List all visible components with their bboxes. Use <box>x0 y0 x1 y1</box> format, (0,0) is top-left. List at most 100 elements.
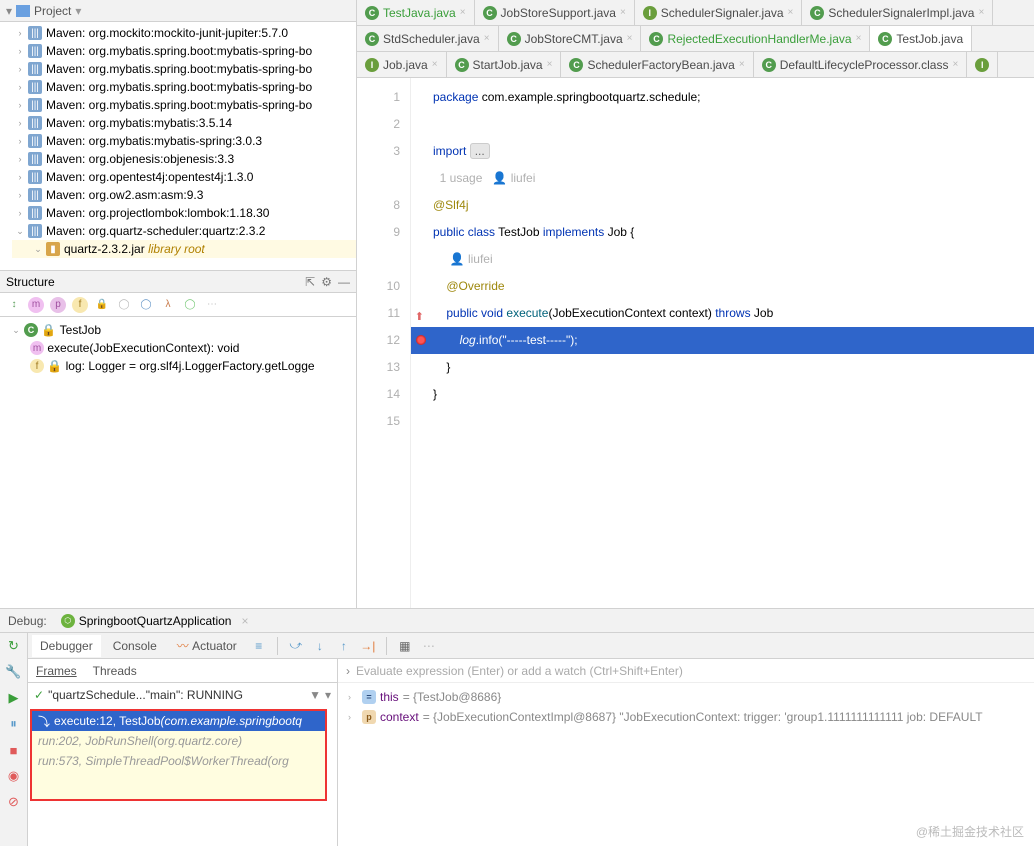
close-icon[interactable]: × <box>952 59 958 70</box>
more-icon[interactable]: ⋯ <box>204 297 220 313</box>
maven-lib[interactable]: ›|||Maven: org.objenesis:objenesis:3.3 <box>12 150 356 168</box>
jar-icon: ▮ <box>46 242 60 256</box>
thread-selector[interactable]: ✓ "quartzSchedule..."main": RUNNING ▼ ▾ <box>28 683 337 707</box>
class-node[interactable]: ⌄C 🔒 TestJob <box>8 321 356 339</box>
anon-icon[interactable]: ◯ <box>182 297 198 313</box>
filter-m-icon[interactable]: m <box>28 297 44 313</box>
fold-region[interactable]: ... <box>470 143 490 159</box>
tab-debugger[interactable]: Debugger <box>32 635 101 657</box>
maven-lib[interactable]: ⌄|||Maven: org.quartz-scheduler:quartz:2… <box>12 222 356 240</box>
tab-console[interactable]: Console <box>105 635 165 657</box>
step-over-icon[interactable]: ⤻ <box>286 636 306 656</box>
field-icon: f <box>30 359 44 373</box>
step-into-icon[interactable]: ↓ <box>310 636 330 656</box>
frames-tab[interactable]: Frames <box>36 664 77 678</box>
step-out-icon[interactable]: ↑ <box>334 636 354 656</box>
more-icon[interactable]: ⋯ <box>419 636 439 656</box>
tab[interactable]: CDefaultLifecycleProcessor.class× <box>754 52 968 77</box>
jar-node[interactable]: ⌄▮quartz-2.3.2.jar library root <box>12 240 356 258</box>
editor[interactable]: 1 2 3 8 9 10 11⬆ 12 13 14 15 package com… <box>357 78 1034 608</box>
debug-config[interactable]: ⬡SpringbootQuartzApplication× <box>55 612 255 630</box>
evaluate-icon[interactable]: ▦ <box>395 636 415 656</box>
resume-icon[interactable]: ▶ <box>5 689 23 707</box>
close-icon[interactable]: × <box>788 7 794 18</box>
close-icon[interactable]: × <box>432 59 438 70</box>
method-icon: m <box>30 341 44 355</box>
pause-icon[interactable]: ⏸ <box>5 715 23 733</box>
wrench-icon[interactable]: 🔧 <box>5 663 23 681</box>
gutter[interactable]: 1 2 3 8 9 10 11⬆ 12 13 14 15 <box>357 78 411 608</box>
maven-lib[interactable]: ›|||Maven: org.mybatis.spring.boot:mybat… <box>12 78 356 96</box>
close-icon[interactable]: × <box>739 59 745 70</box>
variables-tree[interactable]: ›=this = {TestJob@8686} ›pcontext = {Job… <box>338 683 1034 731</box>
close-icon[interactable]: × <box>484 33 490 44</box>
code-area[interactable]: package com.example.springbootquartz.sch… <box>411 78 1034 608</box>
eval-input[interactable]: ›Evaluate expression (Enter) or add a wa… <box>338 659 1034 683</box>
close-icon[interactable]: × <box>547 59 553 70</box>
project-header[interactable]: ▾ Project ▾ <box>0 0 356 22</box>
close-icon[interactable]: × <box>620 7 626 18</box>
breakpoints-icon[interactable]: ◉ <box>5 767 23 785</box>
mute-bp-icon[interactable]: ⊘ <box>5 793 23 811</box>
dropdown-icon[interactable]: ▾ <box>75 4 81 18</box>
maven-lib[interactable]: ›|||Maven: org.mybatis.spring.boot:mybat… <box>12 96 356 114</box>
tab[interactable]: ISchedulerSignaler.java× <box>635 0 803 25</box>
field-node[interactable]: f 🔒 log: Logger = org.slf4j.LoggerFactor… <box>8 357 356 375</box>
filter-p-icon[interactable]: p <box>50 297 66 313</box>
maven-lib[interactable]: ›|||Maven: org.mybatis:mybatis:3.5.14 <box>12 114 356 132</box>
tab[interactable]: CJobStoreSupport.java× <box>475 0 635 25</box>
structure-tree[interactable]: ⌄C 🔒 TestJob m execute(JobExecutionConte… <box>0 317 356 379</box>
var-row[interactable]: ›pcontext = {JobExecutionContextImpl@868… <box>348 707 1034 727</box>
tab[interactable]: I <box>967 52 998 77</box>
rerun-icon[interactable]: ↻ <box>5 637 23 655</box>
maven-lib[interactable]: ›|||Maven: org.mybatis:mybatis-spring:3.… <box>12 132 356 150</box>
frame-row[interactable] <box>32 771 325 799</box>
breakpoint-icon[interactable] <box>416 335 426 345</box>
tab[interactable]: CSchedulerFactoryBean.java× <box>561 52 753 77</box>
maven-lib[interactable]: ›|||Maven: org.opentest4j:opentest4j:1.3… <box>12 168 356 186</box>
tab[interactable]: IJob.java× <box>357 52 447 77</box>
minimize-icon[interactable]: — <box>338 275 350 289</box>
tab[interactable]: CRejectedExecutionHandlerMe.java× <box>641 26 870 51</box>
close-icon[interactable]: × <box>856 33 862 44</box>
filter-icon[interactable]: ◯ <box>116 297 132 313</box>
gear-icon[interactable]: ⚙ <box>321 275 332 289</box>
maven-lib[interactable]: ›|||Maven: org.mockito:mockito-junit-jup… <box>12 24 356 42</box>
expand-icon[interactable]: ⇱ <box>305 275 315 289</box>
threads-tab[interactable]: Threads <box>93 664 137 678</box>
threads-icon[interactable]: ≡ <box>249 636 269 656</box>
var-row[interactable]: ›=this = {TestJob@8686} <box>348 687 1034 707</box>
override-up-icon[interactable]: ⬆ <box>414 304 424 314</box>
frame-row[interactable]: ⤵execute:12, TestJob (com.example.spring… <box>32 711 325 731</box>
maven-lib[interactable]: ›|||Maven: org.projectlombok:lombok:1.18… <box>12 204 356 222</box>
filter-icon[interactable]: ▼ <box>309 688 321 702</box>
filter-f-icon[interactable]: f <box>72 297 88 313</box>
close-icon[interactable]: × <box>627 33 633 44</box>
tab[interactable]: CStartJob.java× <box>447 52 562 77</box>
maven-lib[interactable]: ›|||Maven: org.ow2.asm:asm:9.3 <box>12 186 356 204</box>
tab-active[interactable]: CTestJob.java <box>870 26 972 51</box>
lock-icon[interactable]: 🔒 <box>94 297 110 313</box>
lambda-icon[interactable]: λ <box>160 297 176 313</box>
tab[interactable]: CTestJava.java× <box>357 0 475 25</box>
tab[interactable]: CSchedulerSignalerImpl.java× <box>802 0 993 25</box>
close-icon[interactable]: × <box>241 614 248 628</box>
run-to-cursor-icon[interactable]: →| <box>358 636 378 656</box>
close-icon[interactable]: × <box>460 7 466 18</box>
frame-row[interactable]: run:573, SimpleThreadPool$WorkerThread (… <box>32 751 325 771</box>
maven-lib[interactable]: ›|||Maven: org.mybatis.spring.boot:mybat… <box>12 42 356 60</box>
method-node[interactable]: m execute(JobExecutionContext): void <box>8 339 356 357</box>
tab[interactable]: CStdScheduler.java× <box>357 26 499 51</box>
tab-actuator[interactable]: 〰 Actuator <box>169 633 245 658</box>
frame-row[interactable]: run:202, JobRunShell (org.quartz.core) <box>32 731 325 751</box>
project-tree[interactable]: ›|||Maven: org.mockito:mockito-junit-jup… <box>0 22 356 260</box>
tab[interactable]: CJobStoreCMT.java× <box>499 26 642 51</box>
maven-lib[interactable]: ›|||Maven: org.mybatis.spring.boot:mybat… <box>12 60 356 78</box>
dropdown-icon[interactable]: ▾ <box>325 688 331 702</box>
sort-icon[interactable]: ↕ <box>6 297 22 313</box>
close-icon[interactable]: × <box>978 7 984 18</box>
filter-icon[interactable]: ◯ <box>138 297 154 313</box>
stop-icon[interactable]: ■ <box>5 741 23 759</box>
frames-header: Frames Threads <box>28 659 337 683</box>
frames-list[interactable]: ⤵execute:12, TestJob (com.example.spring… <box>30 709 327 801</box>
